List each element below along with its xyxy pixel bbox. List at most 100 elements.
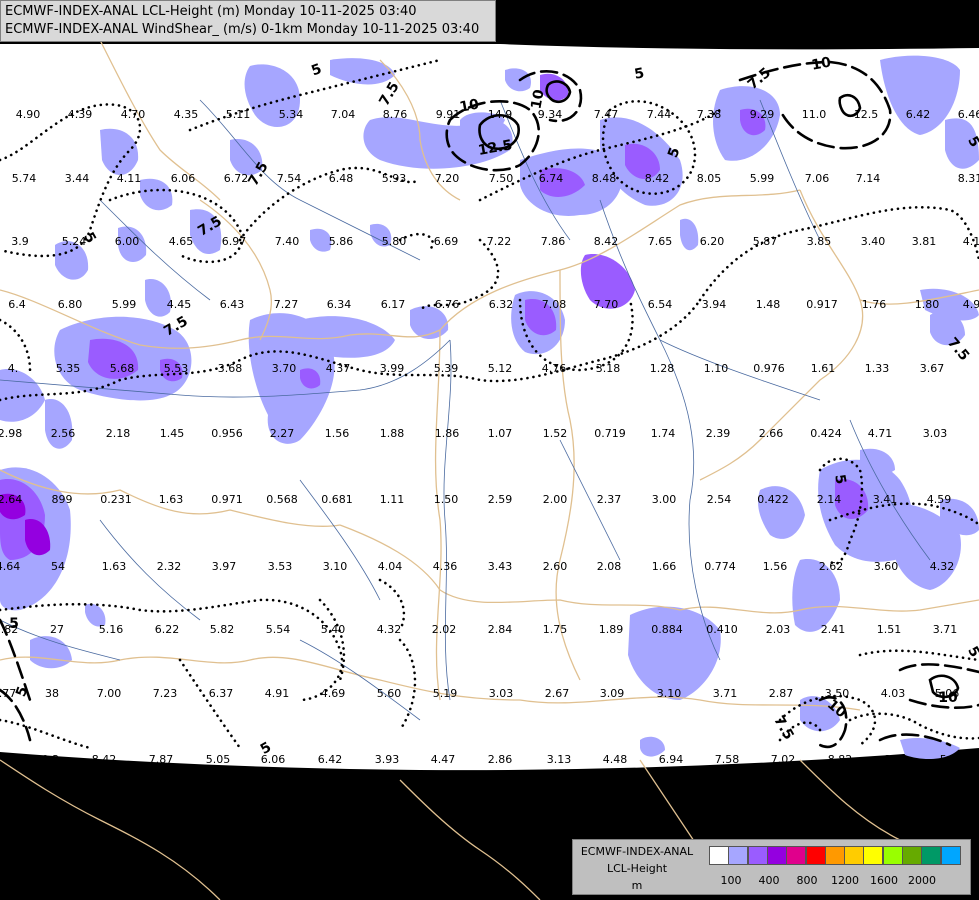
windshear-value: 4.11: [117, 172, 142, 185]
windshear-value: 5.11: [226, 108, 251, 121]
windshear-value: 7.54: [277, 172, 302, 185]
windshear-value: 4.04: [378, 560, 403, 573]
windshear-value: 6.37: [209, 687, 234, 700]
windshear-value: 14.9: [488, 108, 513, 121]
legend-swatch: [728, 846, 749, 865]
windshear-value: 2.66: [759, 427, 784, 440]
windshear-value: 3.53: [268, 560, 293, 573]
windshear-value: 1.56: [763, 560, 788, 573]
windshear-value: 6.94: [659, 753, 684, 766]
windshear-value: 27: [50, 623, 64, 636]
legend-swatch: [921, 846, 942, 865]
legend-swatch: [863, 846, 884, 865]
windshear-value: 6.69: [434, 235, 459, 248]
windshear-value: 1.77: [0, 687, 16, 700]
legend-swatch: [747, 846, 768, 865]
windshear-value: 1.63: [159, 493, 184, 506]
windshear-value: 5.40: [321, 623, 346, 636]
windshear-value: 4.32: [930, 560, 955, 573]
legend-tick-label: 400: [758, 874, 780, 887]
windshear-value: 2.87: [769, 687, 794, 700]
windshear-value: 4.36: [433, 560, 458, 573]
windshear-value: 4.: [8, 362, 19, 375]
legend-swatch: [709, 846, 729, 865]
windshear-value: 0.917: [806, 298, 838, 311]
windshear-value: 8.48: [592, 172, 617, 185]
windshear-value: 5.53: [164, 362, 189, 375]
windshear-value: 7.23: [153, 687, 178, 700]
legend-tick-label: 1200: [831, 874, 859, 887]
windshear-value: 0.884: [651, 623, 683, 636]
windshear-value: 9.29: [750, 108, 775, 121]
legend-swatch: [902, 846, 922, 865]
windshear-value: 7.44: [647, 108, 672, 121]
contour-label: 10: [458, 96, 480, 115]
windshear-value: 0.424: [810, 427, 842, 440]
windshear-value: 2.54: [707, 493, 732, 506]
windshear-value: 4.13: [963, 235, 979, 248]
windshear-value: 8.42: [645, 172, 670, 185]
windshear-value: 4.91: [265, 687, 290, 700]
windshear-value: 6.74: [539, 172, 564, 185]
windshear-value: 8.05: [697, 172, 722, 185]
windshear-value: 5.06: [935, 687, 960, 700]
windshear-value: 2.56: [51, 427, 76, 440]
legend-swatch: [766, 846, 787, 865]
windshear-value: 3.99: [380, 362, 405, 375]
windshear-value: 4.37: [326, 362, 351, 375]
windshear-value: 5.16: [99, 623, 124, 636]
windshear-value: 3.82: [0, 623, 18, 636]
windshear-value: 4.39: [68, 108, 93, 121]
windshear-value: 0.971: [211, 493, 243, 506]
windshear-value: 7.65: [648, 235, 673, 248]
windshear-value: 2.14: [817, 493, 842, 506]
windshear-value: 5.34: [279, 108, 304, 121]
windshear-value: 7.86: [541, 235, 566, 248]
windshear-value: 6.97: [222, 235, 247, 248]
windshear-value: 6.54: [648, 298, 673, 311]
title-line-lcl: ECMWF-INDEX-ANAL LCL-Height (m) Monday 1…: [5, 4, 417, 19]
windshear-value: 2.62: [819, 560, 844, 573]
windshear-value: 6.32: [489, 298, 514, 311]
windshear-value: 3.40: [861, 235, 886, 248]
legend-swatch: [940, 846, 961, 865]
windshear-value: 7.47: [594, 108, 619, 121]
windshear-value: 2.59: [488, 493, 513, 506]
windshear-value: 6.46: [958, 108, 979, 121]
windshear-value: 8.76: [383, 108, 408, 121]
windshear-value: 4.35: [174, 108, 199, 121]
windshear-value: 1.33: [865, 362, 890, 375]
windshear-value: 899: [52, 493, 73, 506]
windshear-value: 1.28: [650, 362, 675, 375]
windshear-value: 3.03: [923, 427, 948, 440]
windshear-value: 2.27: [270, 427, 295, 440]
windshear-value: 5.80: [382, 235, 407, 248]
windshear-value: 4.91: [963, 298, 979, 311]
windshear-value: 12.5: [854, 108, 879, 121]
windshear-value: 6.17: [381, 298, 406, 311]
windshear-value: 7.04: [331, 108, 356, 121]
windshear-value: 7.02: [771, 753, 796, 766]
windshear-value: 1.07: [488, 427, 513, 440]
windshear-value: 7.58: [715, 753, 740, 766]
windshear-value: 1.76: [862, 298, 887, 311]
windshear-value: 4.59: [927, 493, 952, 506]
color-legend: ECMWF-INDEX-ANAL LCL-Height m 100 400 800 1…: [572, 839, 971, 895]
windshear-value: 4.45: [167, 298, 192, 311]
windshear-value: 4.65: [169, 235, 194, 248]
windshear-value: 3.10: [657, 687, 682, 700]
windshear-value: 6.22: [155, 623, 180, 636]
windshear-value: 6.42: [318, 753, 343, 766]
legend-tick-label: 2000: [908, 874, 936, 887]
windshear-value: 4.32: [377, 623, 402, 636]
windshear-value: 5.93: [382, 172, 407, 185]
windshear-value: 10.2: [35, 753, 60, 766]
legend-swatch: [824, 846, 845, 865]
windshear-value: 7.20: [435, 172, 460, 185]
windshear-value: 2.98: [0, 427, 22, 440]
windshear-value: 2.37: [597, 493, 622, 506]
windshear-value: 1.63: [102, 560, 127, 573]
windshear-value: 3.81: [912, 235, 937, 248]
windshear-value: 4.64: [0, 560, 20, 573]
windshear-value: 8.42: [594, 235, 619, 248]
